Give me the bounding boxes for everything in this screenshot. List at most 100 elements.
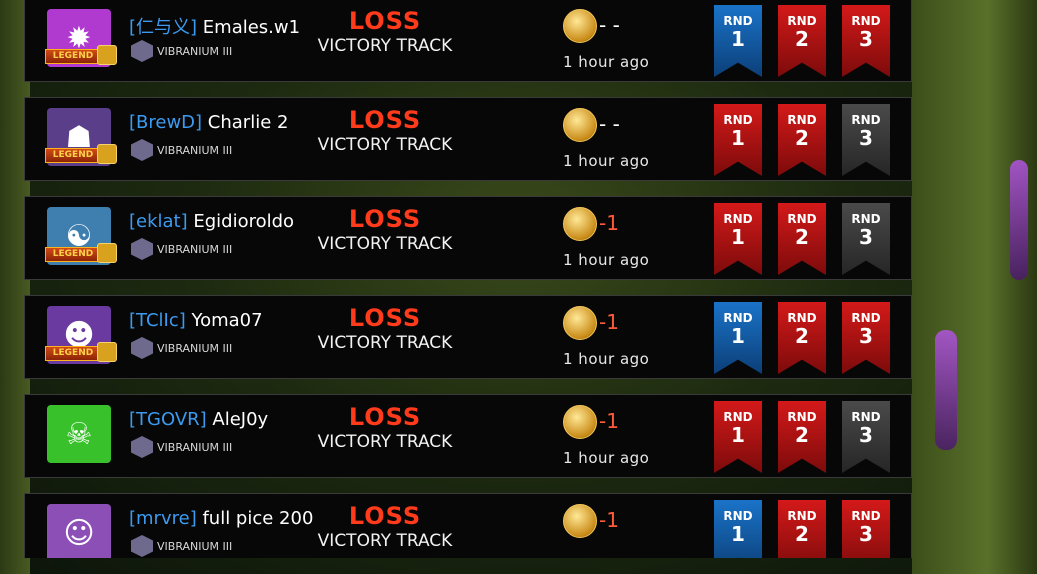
result-label: LOSS	[348, 106, 422, 134]
victory-coin-icon	[563, 306, 597, 340]
time-ago: 1 hour ago	[563, 152, 650, 170]
round-1-banner[interactable]: RND 1	[714, 302, 762, 374]
rank-label: VIBRANIUM III	[157, 539, 233, 553]
round-label: RND	[787, 113, 817, 127]
match-result: LOSS VICTORY TRACK	[315, 7, 455, 57]
points-change: -1	[599, 508, 619, 532]
round-1-banner[interactable]: RND 1	[714, 5, 762, 77]
rank-label: VIBRANIUM III	[157, 143, 233, 157]
result-label: LOSS	[348, 7, 422, 35]
player-username: Emales.w1	[202, 17, 301, 38]
round-label: RND	[787, 509, 817, 523]
match-row[interactable]: ☗ LEGEND [BrewD] Charlie 2 VIBRANIUM III LOS…	[24, 97, 912, 181]
match-result: LOSS VICTORY TRACK	[315, 304, 455, 354]
round-label: RND	[723, 509, 753, 523]
round-1-banner[interactable]: RND 1	[714, 203, 762, 275]
player-username: Charlie 2	[207, 112, 289, 133]
rank: VIBRANIUM III	[131, 139, 232, 161]
points-change: -1	[599, 310, 619, 334]
crystal-decoration	[935, 330, 957, 450]
legend-badge: LEGEND	[45, 346, 101, 361]
round-2-banner[interactable]: RND 2	[778, 500, 826, 558]
player-avatar[interactable]: ☺	[47, 504, 111, 558]
round-number: 1	[731, 522, 745, 546]
player-name[interactable]: [mrvre] full pice 200	[129, 508, 313, 529]
round-number: 2	[795, 225, 809, 249]
match-row[interactable]: ☺ [mrvre] full pice 200 VIBRANIUM III LOSS V…	[24, 493, 912, 558]
round-number: 1	[731, 225, 745, 249]
round-number: 3	[859, 225, 873, 249]
rank-label: VIBRANIUM III	[157, 242, 233, 256]
round-number: 1	[731, 126, 745, 150]
points-change: -1	[599, 211, 619, 235]
round-number: 2	[795, 27, 809, 51]
round-number: 1	[731, 27, 745, 51]
match-result: LOSS VICTORY TRACK	[315, 502, 455, 552]
champion-portrait-icon: ☠	[47, 405, 111, 463]
round-2-banner[interactable]: RND 2	[778, 104, 826, 176]
match-result: LOSS VICTORY TRACK	[315, 205, 455, 255]
round-label: RND	[851, 14, 881, 28]
round-3-banner[interactable]: RND 3	[842, 5, 890, 77]
rank: VIBRANIUM III	[131, 337, 232, 359]
crystal-decoration	[1010, 160, 1028, 280]
rank: VIBRANIUM III	[131, 436, 232, 458]
round-2-banner[interactable]: RND 2	[778, 302, 826, 374]
round-3-banner[interactable]: RND 3	[842, 203, 890, 275]
player-username: full pice 200	[202, 508, 314, 529]
round-label: RND	[787, 212, 817, 226]
round-3-banner[interactable]: RND 3	[842, 302, 890, 374]
mode-label: VICTORY TRACK	[317, 531, 453, 551]
player-name[interactable]: [BrewD] Charlie 2	[129, 112, 288, 133]
round-1-banner[interactable]: RND 1	[714, 500, 762, 558]
match-row[interactable]: ☠ [TGOVR] AleJ0y VIBRANIUM III LOSS VICTORY …	[24, 394, 912, 478]
round-label: RND	[723, 113, 753, 127]
round-2-banner[interactable]: RND 2	[778, 5, 826, 77]
player-avatar[interactable]: ☠	[47, 405, 111, 463]
round-3-banner[interactable]: RND 3	[842, 401, 890, 473]
round-label: RND	[851, 509, 881, 523]
round-number: 2	[795, 126, 809, 150]
player-name[interactable]: [eklat] Egidioroldo	[129, 211, 294, 232]
round-label: RND	[723, 311, 753, 325]
alliance-tag: [BrewD]	[129, 112, 203, 133]
victory-coin-icon	[563, 9, 597, 43]
alliance-tag: [TClIc]	[129, 310, 186, 331]
round-label: RND	[851, 410, 881, 424]
vibranium-rank-icon	[131, 337, 153, 359]
round-number: 3	[859, 324, 873, 348]
alliance-tag: [mrvre]	[129, 508, 197, 529]
round-label: RND	[723, 14, 753, 28]
points-change: - -	[599, 13, 620, 37]
round-2-banner[interactable]: RND 2	[778, 401, 826, 473]
round-1-banner[interactable]: RND 1	[714, 104, 762, 176]
round-number: 1	[731, 324, 745, 348]
match-row[interactable]: ☻ LEGEND [TClIc] Yoma07 VIBRANIUM III LOSS VI…	[24, 295, 912, 379]
result-label: LOSS	[348, 502, 422, 530]
player-username: Yoma07	[191, 310, 263, 331]
round-label: RND	[723, 212, 753, 226]
round-3-banner[interactable]: RND 3	[842, 104, 890, 176]
match-row[interactable]: ☯ LEGEND [eklat] Egidioroldo VIBRANIUM III L…	[24, 196, 912, 280]
round-label: RND	[787, 311, 817, 325]
round-2-banner[interactable]: RND 2	[778, 203, 826, 275]
background-right	[912, 0, 1037, 574]
points-change: -1	[599, 409, 619, 433]
player-name[interactable]: [TGOVR] AleJ0y	[129, 409, 268, 430]
points-change: - -	[599, 112, 620, 136]
player-name[interactable]: [TClIc] Yoma07	[129, 310, 263, 331]
match-row[interactable]: ✹ LEGEND [仁与义] Emales.w1 VIBRANIUM III LOSS V…	[24, 0, 912, 82]
round-3-banner[interactable]: RND 3	[842, 500, 890, 558]
match-history-list[interactable]: ✹ LEGEND [仁与义] Emales.w1 VIBRANIUM III LOSS V…	[24, 0, 914, 558]
legend-chest-icon	[97, 45, 117, 65]
player-name[interactable]: [仁与义] Emales.w1	[129, 13, 300, 39]
round-1-banner[interactable]: RND 1	[714, 401, 762, 473]
round-label: RND	[787, 14, 817, 28]
time-ago: 1 hour ago	[563, 350, 650, 368]
victory-coin-icon	[563, 405, 597, 439]
round-label: RND	[851, 212, 881, 226]
mode-label: VICTORY TRACK	[317, 135, 453, 155]
round-number: 3	[859, 423, 873, 447]
alliance-tag: [TGOVR]	[129, 409, 207, 430]
round-label: RND	[851, 311, 881, 325]
